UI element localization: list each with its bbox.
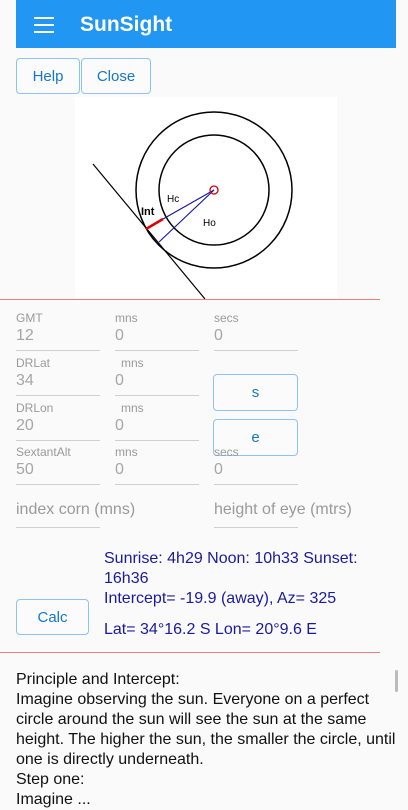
sextant-input[interactable]: 50 xyxy=(16,461,34,479)
sextant-mns-input[interactable]: 0 xyxy=(115,461,124,479)
app-title: SunSight xyxy=(80,13,173,36)
drlat-label: DRLat xyxy=(16,356,51,370)
drlat-input[interactable]: 34 xyxy=(16,372,34,390)
gmt-underline xyxy=(16,350,100,351)
drlon-mns-input[interactable]: 0 xyxy=(115,417,124,435)
explanation-cut-line: Imagine ... xyxy=(16,791,91,808)
sextant-mns-underline xyxy=(115,484,199,485)
position-line xyxy=(92,163,206,299)
drlon-label: DRLon xyxy=(16,401,54,415)
drlon-underline xyxy=(16,440,100,441)
drlon-input[interactable]: 20 xyxy=(16,417,34,435)
gmt-secs-label: secs xyxy=(214,311,239,325)
close-button[interactable]: Close xyxy=(81,58,151,94)
divider xyxy=(0,299,380,300)
gmt-secs-input[interactable]: 0 xyxy=(214,327,223,345)
sextant-underline xyxy=(16,484,100,485)
drlat-mns-input[interactable]: 0 xyxy=(115,372,124,390)
sextant-secs-underline xyxy=(214,484,298,485)
drlon-mns-label: mns xyxy=(121,401,144,415)
lat-hemisphere-button[interactable]: s xyxy=(213,374,298,411)
gmt-input[interactable]: 12 xyxy=(16,327,34,345)
height-of-eye-input[interactable]: height of eye (mtrs) xyxy=(214,501,352,519)
drlon-mns-underline xyxy=(115,440,199,441)
drlat-mns-label: mns xyxy=(121,356,144,370)
sextant-label: SextantAlt xyxy=(16,445,71,459)
explanation-text: Principle and Intercept: Imagine observi… xyxy=(16,670,396,810)
label-ho: Ho xyxy=(203,218,216,229)
index-correction-underline xyxy=(16,527,100,528)
help-button[interactable]: Help xyxy=(16,58,80,94)
app-bar: SunSight xyxy=(16,0,396,48)
intercept-diagram: Int Hc Ho xyxy=(75,97,337,299)
sextant-secs-input[interactable]: 0 xyxy=(214,461,223,479)
sextant-secs-label: secs xyxy=(214,445,239,459)
drlat-mns-underline xyxy=(115,395,199,396)
sextant-mns-label: mns xyxy=(115,445,138,459)
menu-icon[interactable] xyxy=(34,17,54,33)
gmt-mns-underline xyxy=(115,350,199,351)
gmt-secs-underline xyxy=(214,350,298,351)
explanation-heading: Principle and Intercept: xyxy=(16,671,180,688)
scrollbar[interactable] xyxy=(395,670,398,692)
sun-times-line2: 16h36 xyxy=(104,570,149,587)
index-correction-input[interactable]: index corn (mns) xyxy=(16,501,135,519)
gmt-mns-input[interactable]: 0 xyxy=(115,327,124,345)
explanation-step: Step one: xyxy=(16,771,85,788)
divider xyxy=(0,652,380,653)
sun-times-line1: Sunrise: 4h29 Noon: 10h33 Sunset: xyxy=(104,550,358,567)
gmt-mns-label: mns xyxy=(115,311,138,325)
intercept-line xyxy=(145,217,164,231)
gmt-label: GMT xyxy=(16,311,43,325)
explanation-paragraph: Imagine observing the sun. Everyone on a… xyxy=(16,691,396,768)
drlat-underline xyxy=(16,395,100,396)
position-result: Lat= 34°16.2 S Lon= 20°9.6 E xyxy=(104,621,317,638)
label-int: Int xyxy=(141,206,155,218)
intercept-result: Intercept= -19.9 (away), Az= 325 xyxy=(104,590,337,607)
calc-button[interactable]: Calc xyxy=(16,599,89,635)
label-hc: Hc xyxy=(167,194,179,205)
height-of-eye-underline xyxy=(214,527,298,528)
